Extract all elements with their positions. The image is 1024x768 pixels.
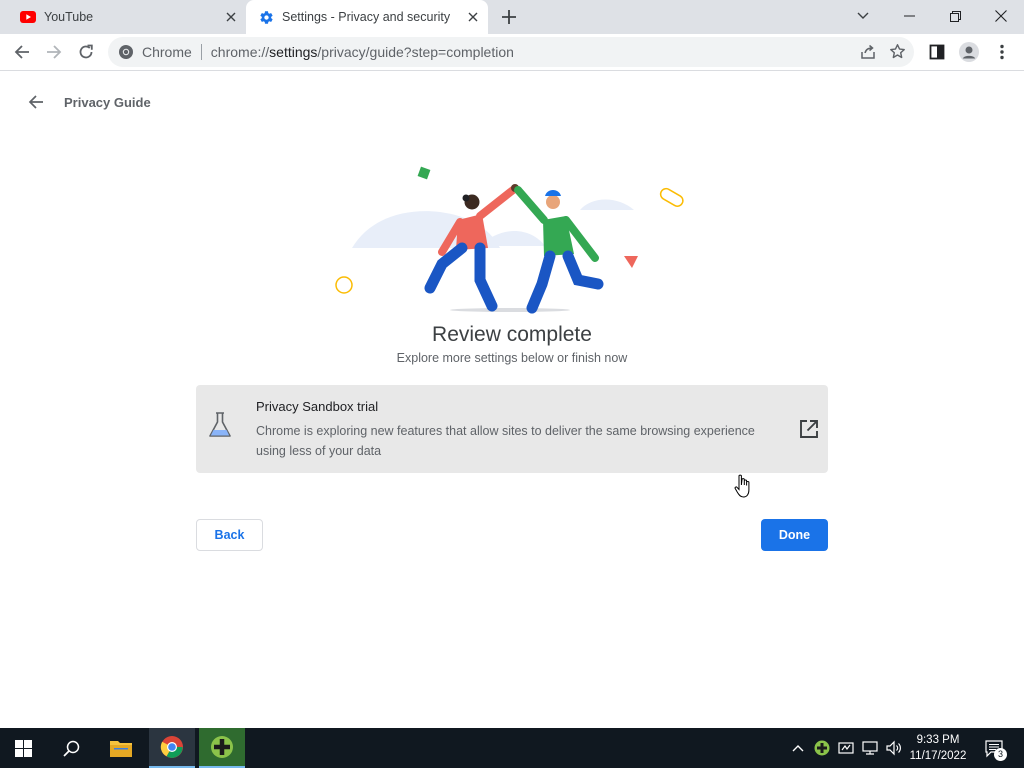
- forward-button[interactable]: [40, 38, 68, 66]
- omnibox-divider: [200, 44, 202, 60]
- avatar-icon: [959, 42, 979, 62]
- bookmark-star-icon[interactable]: [889, 43, 906, 60]
- tab-title: YouTube: [44, 10, 94, 24]
- profile-button[interactable]: [955, 38, 983, 66]
- notification-count-badge: 3: [994, 748, 1007, 761]
- tray-app-icon[interactable]: [812, 738, 832, 758]
- taskbar-chrome-button[interactable]: [149, 728, 195, 768]
- more-vert-icon: [1000, 44, 1004, 60]
- minimize-icon: [903, 15, 915, 17]
- settings-gear-icon: [258, 9, 274, 25]
- completion-subheading: Explore more settings below or finish no…: [396, 351, 628, 365]
- side-panel-icon: [929, 44, 945, 60]
- close-tab-icon[interactable]: [222, 8, 240, 26]
- plus-icon: [502, 10, 516, 24]
- chevron-down-icon: [857, 12, 869, 19]
- reload-icon: [79, 44, 93, 59]
- arrow-left-icon: [28, 95, 43, 109]
- privacy-sandbox-card[interactable]: Privacy Sandbox trial Chrome is explorin…: [196, 385, 828, 473]
- windows-logo-icon: [14, 739, 32, 757]
- card-title: Privacy Sandbox trial: [256, 399, 379, 414]
- folder-icon: [110, 741, 132, 757]
- chrome-logo-icon: [118, 44, 134, 60]
- close-window-button[interactable]: [978, 0, 1024, 32]
- clock-date: 11/17/2022: [909, 750, 967, 762]
- minimize-button[interactable]: [886, 0, 932, 32]
- start-button[interactable]: [0, 728, 46, 768]
- privacy-guide-back-button[interactable]: [24, 90, 48, 114]
- search-button[interactable]: [48, 728, 94, 768]
- browser-toolbar: Chrome chrome://settings/privacy/guide?s…: [0, 34, 1024, 71]
- tab-settings[interactable]: Settings - Privacy and security: [246, 0, 488, 34]
- address-bar[interactable]: Chrome chrome://settings/privacy/guide?s…: [108, 37, 914, 67]
- menu-button[interactable]: [988, 38, 1016, 66]
- arrow-right-icon: [47, 45, 62, 59]
- close-tab-icon[interactable]: [464, 8, 482, 26]
- taskbar-app-button[interactable]: [199, 728, 245, 768]
- restore-button[interactable]: [932, 0, 978, 32]
- notifications-icon[interactable]: 3: [984, 739, 1007, 761]
- tab-strip: YouTube Settings - Privacy and security: [0, 0, 1024, 34]
- url-text: chrome://settings/privacy/guide?step=com…: [210, 44, 514, 60]
- side-panel-button[interactable]: [923, 38, 951, 66]
- tray-security-icon[interactable]: [836, 738, 856, 758]
- back-button[interactable]: Back: [196, 519, 263, 551]
- new-tab-button[interactable]: [498, 6, 520, 28]
- youtube-icon: [20, 9, 36, 25]
- share-icon[interactable]: [860, 44, 876, 60]
- tab-title: Settings - Privacy and security: [282, 10, 451, 24]
- file-explorer-button[interactable]: [98, 728, 144, 768]
- clock-time: 9:33 PM: [916, 734, 960, 746]
- search-icon: [62, 740, 79, 757]
- green-plus-app-icon: [211, 736, 233, 758]
- done-button[interactable]: Done: [761, 519, 828, 551]
- tab-search-button[interactable]: [840, 0, 886, 32]
- close-icon: [995, 10, 1007, 22]
- show-hidden-icons-chevron-icon[interactable]: [788, 738, 808, 758]
- tab-youtube[interactable]: YouTube: [8, 0, 246, 34]
- reload-button[interactable]: [72, 38, 100, 66]
- hand-pointer-cursor: [734, 474, 750, 498]
- card-description: Chrome is exploring new features that al…: [256, 424, 755, 458]
- chrome-icon: [160, 736, 183, 758]
- review-complete-illustration: [335, 166, 684, 314]
- back-button[interactable]: [8, 38, 36, 66]
- windows-taskbar: 9:33 PM 11/17/2022 3: [0, 728, 1024, 768]
- page-title: Privacy Guide: [64, 95, 151, 110]
- restore-icon: [949, 10, 961, 22]
- arrow-left-icon: [14, 45, 29, 59]
- completion-heading: Review complete: [432, 323, 592, 346]
- volume-icon[interactable]: [884, 738, 904, 758]
- open-in-new-icon[interactable]: [798, 418, 820, 440]
- site-label: Chrome: [142, 44, 192, 60]
- flask-icon: [209, 412, 231, 437]
- system-clock[interactable]: 9:33 PM 11/17/2022: [902, 732, 974, 764]
- network-icon[interactable]: [860, 738, 880, 758]
